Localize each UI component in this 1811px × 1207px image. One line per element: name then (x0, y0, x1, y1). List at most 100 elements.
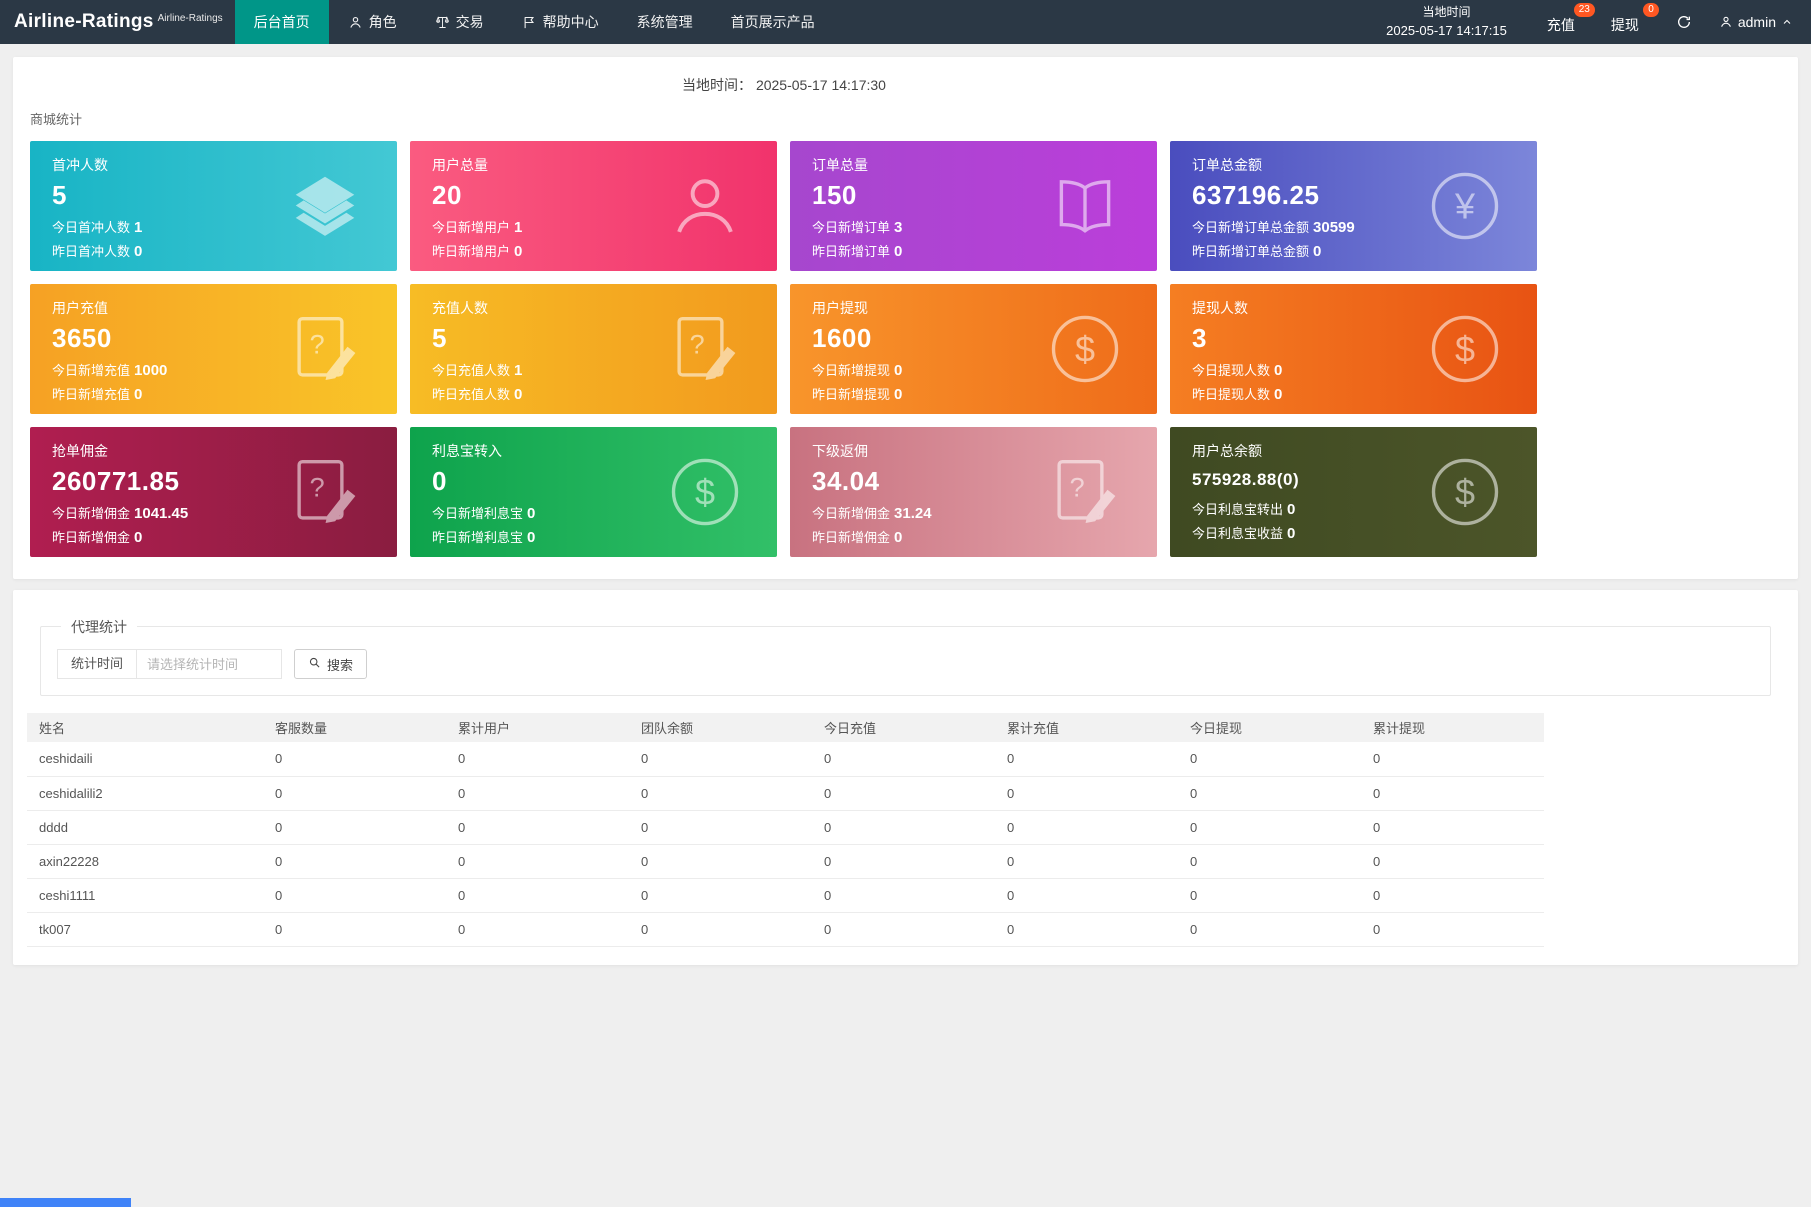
stat-line2-value: 0 (1313, 243, 1321, 260)
table-cell: 0 (629, 776, 812, 810)
stat-line1-value: 0 (1287, 501, 1295, 518)
withdraw-button[interactable]: 提现 0 (1597, 0, 1661, 44)
stat-card: 用户提现1600今日新增提现0昨日新增提现0$ (790, 284, 1157, 414)
stat-time-label: 统计时间 (57, 649, 137, 679)
table-cell: 0 (995, 844, 1178, 878)
table-cell: 0 (1361, 810, 1544, 844)
table-cell: 0 (629, 742, 812, 776)
table-cell: 0 (1178, 776, 1361, 810)
agent-name-cell: ceshi1111 (27, 878, 263, 912)
agent-table-head-row: 姓名客服数量累计用户团队余额今日充值累计充值今日提现累计提现 (27, 713, 1544, 742)
stat-line2-value: 0 (134, 386, 142, 403)
refresh-icon[interactable] (1661, 14, 1707, 30)
nav-item[interactable]: 首页展示产品 (712, 0, 834, 44)
svg-text:?: ? (1070, 473, 1085, 503)
column-header: 今日提现 (1178, 713, 1361, 742)
table-cell: 0 (1178, 742, 1361, 776)
content-local-time: 当地时间： 2025-05-17 14:17:30 (30, 75, 1538, 95)
stat-card: 提现人数3今日提现人数0昨日提现人数0$ (1170, 284, 1537, 414)
svg-text:$: $ (1075, 328, 1095, 369)
table-cell: 0 (995, 912, 1178, 946)
agent-name-cell: tk007 (27, 912, 263, 946)
stat-card: 用户充值3650今日新增充值1000昨日新增充值0? (30, 284, 397, 414)
recharge-badge: 23 (1574, 3, 1595, 17)
person-small-icon (348, 15, 363, 30)
table-cell: 0 (263, 844, 446, 878)
local-time: 当地时间 2025-05-17 14:17:15 (1360, 3, 1533, 42)
stat-line1-value: 0 (527, 505, 535, 522)
svg-text:$: $ (1455, 328, 1475, 369)
nav-item[interactable]: 系统管理 (618, 0, 712, 44)
table-row: dddd0000000 (27, 810, 1544, 844)
svg-text:?: ? (310, 330, 325, 360)
nav-item[interactable]: 后台首页 (235, 0, 329, 44)
column-header: 团队余额 (629, 713, 812, 742)
table-cell: 0 (629, 878, 812, 912)
stat-line2-label: 今日利息宝收益 (1192, 526, 1283, 541)
svg-text:?: ? (310, 473, 325, 503)
stat-line2-label: 昨日提现人数 (1192, 387, 1270, 402)
nav-item[interactable]: 角色 (329, 0, 416, 44)
stat-card: 抢单佣金260771.85今日新增佣金1041.45昨日新增佣金0? (30, 427, 397, 557)
table-cell: 0 (629, 810, 812, 844)
stat-line2-value: 0 (894, 243, 902, 260)
table-cell: 0 (1361, 912, 1544, 946)
stat-line1-label: 今日新增利息宝 (432, 506, 523, 521)
logo-text: Airline-Ratings (14, 11, 154, 33)
nav-item-label: 角色 (369, 12, 397, 32)
agent-stats-panel: 代理统计 统计时间 搜索 姓名客服数量累计用户团队余额今日充值累计充值今日提现累… (13, 590, 1798, 965)
nav-item-label: 系统管理 (637, 12, 693, 32)
table-cell: 0 (263, 878, 446, 912)
stat-line1-label: 今日新增佣金 (812, 506, 890, 521)
horizontal-scrollbar-thumb[interactable] (0, 1198, 131, 1207)
table-cell: 0 (263, 810, 446, 844)
table-row: axin222280000000 (27, 844, 1544, 878)
table-cell: 0 (446, 776, 629, 810)
svg-text:¥: ¥ (1454, 185, 1476, 226)
chevron-up-icon (1781, 16, 1793, 28)
stat-line1-value: 3 (894, 219, 902, 236)
recharge-button[interactable]: 充值 23 (1533, 0, 1597, 44)
agent-fieldset: 代理统计 统计时间 搜索 (40, 626, 1771, 696)
table-cell: 0 (812, 776, 995, 810)
svg-text:$: $ (695, 471, 715, 512)
column-header: 累计提现 (1361, 713, 1544, 742)
table-cell: 0 (1178, 810, 1361, 844)
dollar-circle-icon: $ (1049, 313, 1121, 385)
main-content: 当地时间： 2025-05-17 14:17:30 商城统计 首冲人数5今日首冲… (0, 44, 1811, 978)
document-edit-icon: ? (289, 313, 361, 385)
nav-item[interactable]: 交易 (416, 0, 503, 44)
table-cell: 0 (812, 912, 995, 946)
stat-line1-value: 1000 (134, 362, 167, 379)
table-cell: 0 (1361, 844, 1544, 878)
book-icon (1049, 170, 1121, 242)
local-time-value: 2025-05-17 14:17:15 (1386, 21, 1507, 41)
table-cell: 0 (629, 844, 812, 878)
search-button[interactable]: 搜索 (294, 649, 367, 679)
stat-line1-label: 今日新增提现 (812, 363, 890, 378)
stat-line2-value: 0 (527, 529, 535, 546)
withdraw-badge: 0 (1643, 3, 1659, 17)
stat-line2-label: 昨日新增充值 (52, 387, 130, 402)
table-cell: 0 (1361, 776, 1544, 810)
stat-line1-value: 1041.45 (134, 505, 188, 522)
dollar-circle-icon: $ (1429, 456, 1501, 528)
stat-time-input[interactable] (136, 649, 282, 679)
user-menu[interactable]: admin (1707, 14, 1811, 30)
user-icon (1719, 15, 1733, 29)
stat-card: 首冲人数5今日首冲人数1昨日首冲人数0 (30, 141, 397, 271)
table-cell: 0 (995, 878, 1178, 912)
stat-line2-label: 昨日新增订单 (812, 244, 890, 259)
stat-line1-label: 今日新增订单总金额 (1192, 220, 1309, 235)
table-cell: 0 (446, 878, 629, 912)
stat-card: 订单总量150今日新增订单3昨日新增订单0 (790, 141, 1157, 271)
agent-name-cell: ceshidaili (27, 742, 263, 776)
stat-line2-value: 0 (514, 386, 522, 403)
navbar-right: 当地时间 2025-05-17 14:17:15 充值 23 提现 0 admi… (1360, 0, 1811, 44)
svg-text:$: $ (1455, 471, 1475, 512)
nav-item[interactable]: 帮助中心 (503, 0, 618, 44)
stat-line2-label: 昨日新增佣金 (812, 530, 890, 545)
column-header: 累计用户 (446, 713, 629, 742)
agent-table: 姓名客服数量累计用户团队余额今日充值累计充值今日提现累计提现 ceshidail… (27, 713, 1544, 947)
search-button-label: 搜索 (327, 655, 353, 674)
